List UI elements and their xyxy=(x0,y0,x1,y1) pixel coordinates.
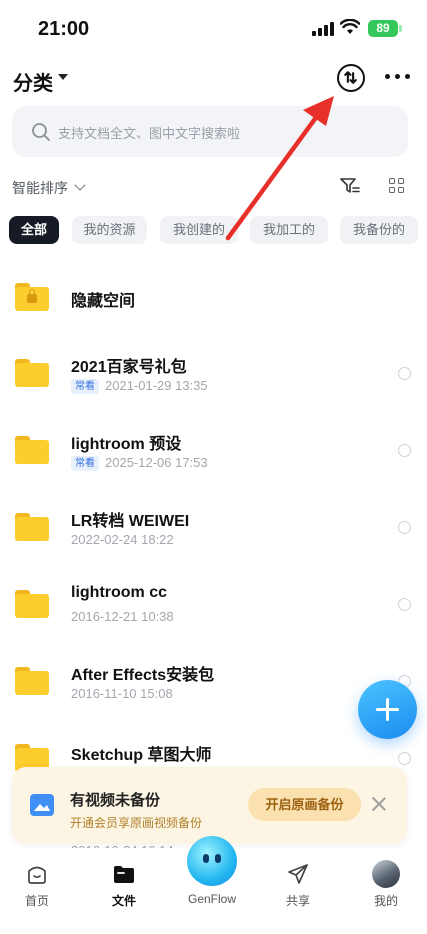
list-item[interactable]: 2021百家号礼包 常看 2021-01-29 13:35 xyxy=(0,335,427,412)
list-item[interactable]: lightroom 预设 常看 2025-12-06 17:53 xyxy=(0,412,427,489)
backup-banner[interactable]: 有视频未备份 开通会员享原画视频备份 开启原画备份 xyxy=(12,767,407,844)
wifi-icon xyxy=(340,19,360,34)
file-name: 2021百家号礼包 xyxy=(71,359,187,376)
chip-all[interactable]: 全部 xyxy=(9,216,59,244)
file-meta: 常看 2025-12-06 17:53 xyxy=(71,455,208,471)
list-item[interactable]: 隐藏空间 xyxy=(0,258,427,335)
filter-icon[interactable] xyxy=(340,177,360,195)
select-radio[interactable] xyxy=(398,752,411,765)
file-date: 2021-01-29 13:35 xyxy=(105,378,208,393)
list-item[interactable]: LR转档 WEIWEI 2022-02-24 18:22 xyxy=(0,489,427,566)
add-button[interactable] xyxy=(358,680,417,739)
transfer-button[interactable] xyxy=(337,64,365,92)
tab-share[interactable]: 共享 xyxy=(268,848,328,918)
file-name: lightroom cc xyxy=(71,584,168,601)
file-name: LR转档 WEIWEI xyxy=(71,513,190,530)
file-name: 隐藏空间 xyxy=(71,293,136,310)
battery-level: 89 xyxy=(368,20,398,37)
select-radio[interactable] xyxy=(398,521,411,534)
close-icon[interactable] xyxy=(372,797,386,811)
enable-backup-button[interactable]: 开启原画备份 xyxy=(248,788,361,821)
chip-my-resources[interactable]: 我的资源 xyxy=(72,216,147,244)
file-date: 2016-11-10 15:08 xyxy=(71,686,173,701)
search-input[interactable]: 支持文档全文、图中文字搜索啦 xyxy=(12,106,408,157)
tab-label: 我的 xyxy=(373,894,398,908)
tab-files[interactable]: 文件 xyxy=(94,848,154,918)
tab-home[interactable]: 首页 xyxy=(7,848,67,918)
banner-subtitle: 开通会员享原画视频备份 xyxy=(70,816,203,830)
status-badge: 常看 xyxy=(71,379,99,394)
more-dots-icon[interactable] xyxy=(385,73,411,81)
select-radio[interactable] xyxy=(398,444,411,457)
genflow-orb-icon[interactable] xyxy=(187,836,237,886)
tab-label: GenFlow xyxy=(187,892,237,906)
folder-icon xyxy=(15,590,49,618)
folder-icon xyxy=(15,667,49,695)
chevron-down-icon[interactable] xyxy=(74,179,86,191)
sort-row: 智能排序 xyxy=(0,174,427,200)
chip-processed[interactable]: 我加工的 xyxy=(250,216,328,244)
transfer-icon xyxy=(344,71,357,84)
avatar xyxy=(372,860,400,888)
banner-title: 有视频未备份 xyxy=(70,792,161,809)
status-bar: 21:00 89 xyxy=(0,0,427,56)
folder-icon xyxy=(15,359,49,387)
battery-icon xyxy=(399,25,402,32)
file-name: lightroom 预设 xyxy=(71,436,182,453)
chip-backed-up[interactable]: 我备份的 xyxy=(340,216,418,244)
image-icon xyxy=(30,794,54,816)
tab-label: 文件 xyxy=(111,894,136,908)
folder-icon xyxy=(114,866,134,883)
file-name: Sketchup 草图大师 xyxy=(71,747,212,764)
list-item[interactable]: lightroom cc 2016-12-21 10:38 xyxy=(0,566,427,643)
file-date: 2022-02-24 18:22 xyxy=(71,532,174,547)
search-icon xyxy=(32,123,50,141)
search-placeholder: 支持文档全文、图中文字搜索啦 xyxy=(58,126,241,141)
file-date: 2025-12-06 17:53 xyxy=(105,455,208,470)
status-badge: 常看 xyxy=(71,456,99,471)
top-header: 分类 xyxy=(0,58,427,98)
select-radio[interactable] xyxy=(398,598,411,611)
tab-mine[interactable]: 我的 xyxy=(356,848,416,918)
file-date: 2016-12-21 10:38 xyxy=(71,609,174,624)
chip-created[interactable]: 我创建的 xyxy=(160,216,238,244)
tab-label: 共享 xyxy=(285,894,310,908)
sort-dropdown[interactable]: 智能排序 xyxy=(12,178,68,198)
paper-plane-icon xyxy=(288,864,308,884)
folder-icon xyxy=(15,513,49,541)
locked-folder-icon xyxy=(15,283,49,311)
grid-view-icon[interactable] xyxy=(389,178,405,194)
filter-chips: 全部 我的资源 我创建的 我加工的 我备份的 xyxy=(0,216,427,244)
folder-icon xyxy=(15,436,49,464)
file-name: After Effects安装包 xyxy=(71,667,215,684)
category-dropdown[interactable]: 分类 xyxy=(13,67,53,96)
caret-down-icon[interactable] xyxy=(58,74,68,80)
home-icon xyxy=(28,866,46,884)
cellular-signal-icon xyxy=(312,22,334,36)
tab-label: 首页 xyxy=(24,894,49,908)
select-radio[interactable] xyxy=(398,367,411,380)
status-time: 21:00 xyxy=(38,18,90,40)
file-meta: 常看 2021-01-29 13:35 xyxy=(71,378,208,394)
